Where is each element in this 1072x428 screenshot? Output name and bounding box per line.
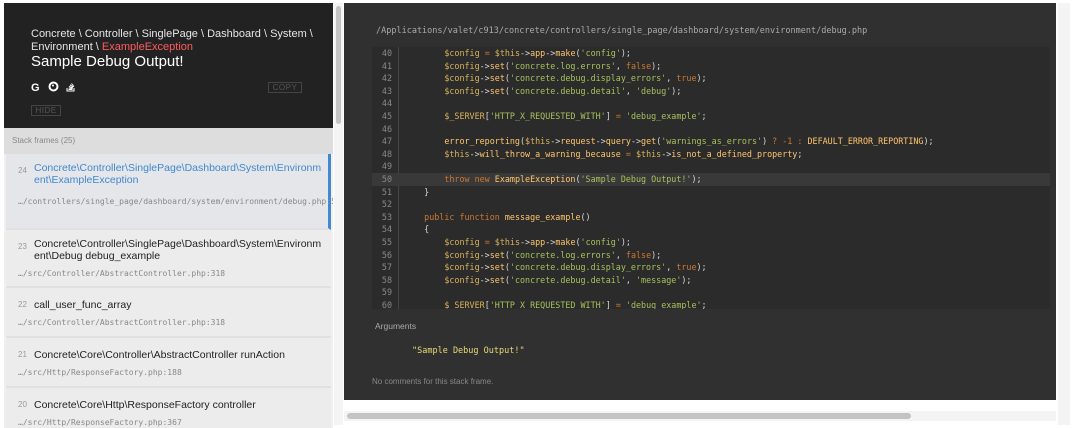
duckduckgo-icon[interactable]: [48, 79, 59, 92]
code-line: 57 $config->set('concrete.debug.display_…: [372, 261, 1050, 274]
line-number: 42: [381, 73, 392, 84]
horizontal-scrollbar[interactable]: [344, 411, 1056, 421]
code-line: 48 $this->will_throw_a_warning_because =…: [372, 148, 1050, 161]
frame-index: 22: [18, 300, 27, 309]
frame-class: Concrete\Controller\SinglePage\Dashboard…: [34, 238, 322, 262]
line-number: 47: [381, 136, 392, 147]
exception-class-name: ExampleException: [101, 41, 194, 53]
line-number: 48: [381, 148, 392, 159]
line-number: 43: [381, 85, 392, 96]
frame-index: 21: [18, 350, 27, 359]
code-line: 54 {: [372, 223, 1050, 236]
code-panel: /Applications/valet/c913/concrete/contro…: [344, 3, 1056, 400]
exception-header: Concrete \ Controller \ SinglePage \ Das…: [4, 3, 333, 128]
code-line: 52: [372, 198, 1050, 211]
copy-button[interactable]: COPY: [268, 82, 302, 93]
code-line: 41 $config->set('concrete.log.errors', f…: [372, 60, 1050, 73]
stack-frame[interactable]: 22 call_user_func_array …/src/Controller…: [6, 288, 331, 338]
code-line: 44: [372, 97, 1050, 110]
line-number: 49: [381, 161, 392, 172]
frame-class: Concrete\Core\Controller\AbstractControl…: [34, 349, 285, 361]
code-viewer: 40 $config = $this->app->make('config');…: [372, 47, 1050, 309]
argument-value: "Sample Debug Output!": [412, 346, 525, 356]
search-links: G: [31, 79, 76, 94]
code-line: 49: [372, 160, 1050, 173]
code-line: 42 $config->set('concrete.debug.display_…: [372, 72, 1050, 85]
stack-frame[interactable]: 24 Concrete\Controller\SinglePage\Dashbo…: [6, 154, 333, 230]
stack-frame[interactable]: 20 Concrete\Core\Http\ResponseFactory co…: [6, 388, 331, 428]
frame-class: Concrete\Core\Http\ResponseFactory contr…: [34, 399, 256, 411]
exception-message: Sample Debug Output!: [31, 53, 184, 70]
code-line: 46: [372, 123, 1050, 136]
stack-scrollbar[interactable]: [334, 3, 343, 425]
code-line: 43 $config->set('concrete.debug.detail',…: [372, 85, 1050, 98]
frame-class: Concrete\Controller\SinglePage\Dashboard…: [34, 162, 322, 186]
stack-frame-list: 24 Concrete\Controller\SinglePage\Dashbo…: [6, 154, 333, 428]
stack-panel: Concrete \ Controller \ SinglePage \ Das…: [4, 3, 333, 428]
stackoverflow-icon[interactable]: [65, 79, 76, 92]
line-number: 55: [381, 236, 392, 247]
arguments-heading: Arguments: [375, 321, 417, 331]
code-line: 58 $config->set('concrete.debug.detail',…: [372, 274, 1050, 287]
frame-file: …/src/Controller/AbstractController.php:…: [18, 269, 226, 278]
frame-index: 20: [18, 400, 27, 409]
line-number: 41: [381, 60, 392, 71]
line-number: 54: [381, 224, 392, 235]
line-number: 53: [381, 211, 392, 222]
code-line: 55 $config = $this->app->make('config');: [372, 236, 1050, 249]
scrollbar-thumb[interactable]: [347, 413, 911, 419]
stack-frame[interactable]: 21 Concrete\Core\Controller\AbstractCont…: [6, 338, 331, 388]
line-number: 57: [381, 262, 392, 273]
line-number: 50: [381, 173, 392, 184]
line-number: 51: [381, 186, 392, 197]
code-line: 45 $_SERVER['HTTP_X_REQUESTED_WITH'] = '…: [372, 110, 1050, 123]
code-line: 56 $config->set('concrete.log.errors', f…: [372, 249, 1050, 262]
google-icon[interactable]: G: [31, 79, 42, 94]
line-number: 58: [381, 274, 392, 285]
code-line: 60 $_SERVER['HTTP_X_REQUESTED_WITH'] = '…: [372, 299, 1050, 309]
frame-comments: No comments for this stack frame.: [372, 377, 494, 386]
line-number: 44: [381, 98, 392, 109]
code-line: 53 public function message_example(): [372, 211, 1050, 224]
line-number: 45: [381, 110, 392, 121]
line-number: 40: [381, 48, 392, 58]
line-number: 56: [381, 249, 392, 260]
code-line: 40 $config = $this->app->make('config');: [372, 47, 1050, 60]
page-scrollbar[interactable]: [1058, 3, 1070, 425]
line-number: 60: [381, 299, 392, 309]
frame-index: 23: [18, 242, 27, 251]
hide-button[interactable]: HIDE: [31, 105, 61, 116]
exception-class-path: Concrete \ Controller \ SinglePage \ Das…: [31, 28, 321, 54]
stack-frames-heading: Stack frames (25): [4, 128, 333, 154]
scrollbar-thumb[interactable]: [336, 6, 341, 124]
frame-file: …/src/Controller/AbstractController.php:…: [18, 318, 226, 327]
stack-frame[interactable]: 23 Concrete\Controller\SinglePage\Dashbo…: [6, 230, 331, 288]
code-line: 47 error_reporting($this->request->query…: [372, 135, 1050, 148]
code-line: 59: [372, 286, 1050, 299]
frame-file: …/src/Http/ResponseFactory.php:188: [18, 368, 182, 377]
active-code-line: 50 throw new ExampleException('Sample De…: [372, 172, 1050, 186]
line-number: 52: [381, 199, 392, 210]
frame-class: call_user_func_array: [34, 299, 132, 311]
line-number: 59: [381, 287, 392, 298]
line-number: 46: [381, 123, 392, 134]
svg-text:G: G: [31, 82, 40, 92]
frame-index: 24: [18, 166, 27, 175]
frame-file-path: /Applications/valet/c913/concrete/contro…: [376, 26, 868, 36]
frame-file: …/src/Http/ResponseFactory.php:367: [18, 418, 182, 427]
code-line: 51 }: [372, 186, 1050, 199]
frame-file: …/controllers/single_page/dashboard/syst…: [18, 197, 333, 206]
